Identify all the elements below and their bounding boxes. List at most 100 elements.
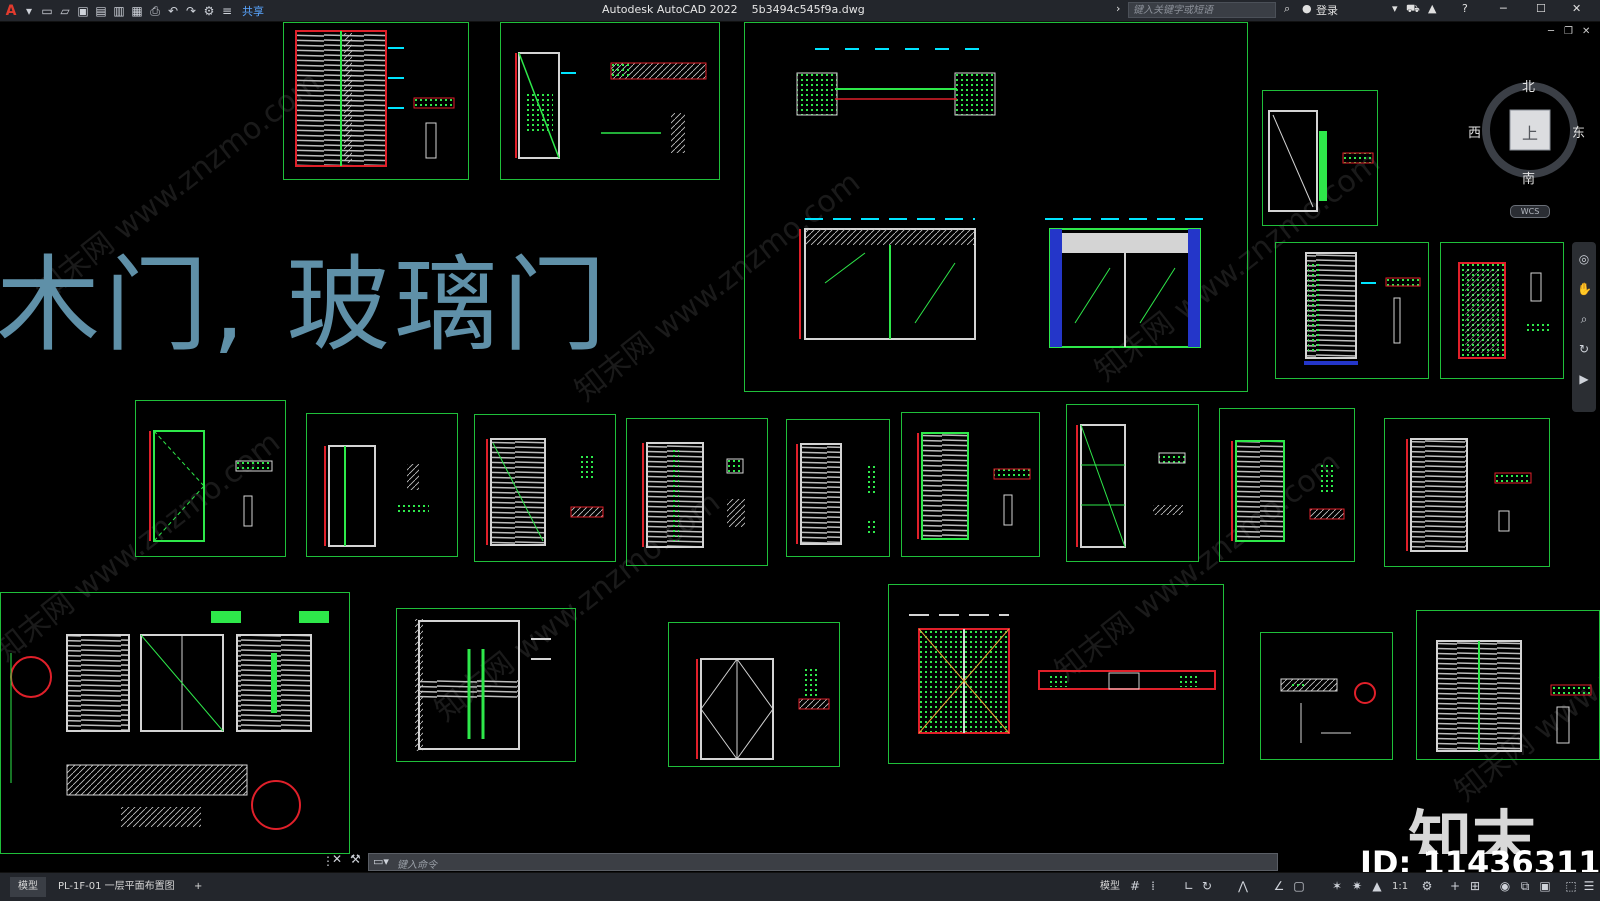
menu-dropdown-icon[interactable]: ▾ — [22, 4, 36, 18]
command-line-input[interactable]: ▭▾ 键入命令 — [368, 853, 1278, 871]
door-detail-sheet[interactable] — [626, 418, 768, 566]
share-button[interactable]: 共享 — [242, 3, 264, 19]
compass-south[interactable]: 南 — [1522, 168, 1535, 187]
object-snap-tracking-icon[interactable]: ∠ — [1272, 879, 1286, 893]
door-detail-sheet[interactable] — [901, 412, 1040, 557]
door-elevation-drawing — [1304, 252, 1421, 365]
login-dropdown-icon[interactable]: ▾ — [1392, 2, 1398, 15]
double-door-detail-sheet[interactable] — [668, 622, 840, 767]
annotation-monitor-icon[interactable]: + — [1448, 879, 1462, 893]
door-detail-sheet[interactable] — [306, 413, 458, 557]
redo-icon[interactable]: ↷ — [184, 4, 198, 18]
doc-restore-icon[interactable]: ❐ — [1564, 26, 1573, 37]
object-snap-icon[interactable]: ▢ — [1292, 879, 1306, 893]
snap-icon[interactable]: ⁞ — [1146, 879, 1160, 893]
command-close-icon[interactable]: ✕ — [332, 852, 342, 866]
title-bar: A ▾ ▭ ▱ ▣ ▤ ▥ ▦ ⎙ ↶ ↷ ⚙ ≡ 共享 Autodesk Au… — [0, 0, 1600, 22]
ortho-icon[interactable]: ∟ — [1182, 879, 1196, 893]
door-elevation-drawing — [149, 430, 273, 542]
glass-door-elevation-drawing — [415, 619, 551, 751]
plot-icon[interactable]: ▦ — [130, 4, 144, 18]
fullscreen-icon[interactable]: ⬚ — [1564, 879, 1578, 893]
tab-layout[interactable]: PL-1F-01 一层平面布置图 — [50, 877, 183, 897]
autocad-logo-icon[interactable]: A — [4, 4, 18, 18]
open-file-icon[interactable]: ▱ — [58, 4, 72, 18]
compass-west[interactable]: 西 — [1468, 122, 1481, 141]
compass-east[interactable]: 东 — [1572, 122, 1585, 141]
search-expand-icon[interactable]: › — [1116, 2, 1120, 15]
door-elevation-drawing — [515, 52, 707, 159]
auto-scale-icon[interactable]: ✷ — [1350, 879, 1364, 893]
door-section-drawing — [1280, 678, 1376, 743]
workspace-icon[interactable]: ⚙ — [202, 4, 216, 18]
door-detail-sheet[interactable] — [1262, 90, 1378, 226]
clean-screen-icon[interactable]: ▣ — [1538, 879, 1552, 893]
viewcube-top-face[interactable]: 上 — [1522, 120, 1538, 144]
save-icon[interactable]: ▣ — [76, 4, 90, 18]
steering-wheel-icon[interactable]: ◎ — [1577, 252, 1591, 266]
door-elevation-drawing — [917, 432, 1031, 540]
isodraft-icon[interactable]: ⋀ — [1236, 879, 1250, 893]
door-detail-sheet[interactable] — [1066, 404, 1199, 562]
annotation-scale-icon[interactable]: ▲ — [1370, 879, 1384, 893]
navigation-bar[interactable]: ◎ ✋ ⌕ ↻ ▶ — [1572, 242, 1596, 412]
door-detail-sheet[interactable] — [1275, 242, 1429, 379]
viewcube[interactable]: 北 南 东 西 上 — [1468, 80, 1585, 187]
units-icon[interactable]: ⊞ — [1468, 879, 1482, 893]
command-customize-icon[interactable]: ⚒ — [350, 852, 361, 866]
door-detail-sheet[interactable] — [786, 419, 890, 557]
autodesk-a360-icon[interactable]: ▲ — [1428, 2, 1436, 15]
door-detail-sheet[interactable] — [1260, 632, 1393, 760]
glass-door-detail-sheet[interactable] — [396, 608, 576, 762]
doc-minimize-icon[interactable]: ─ — [1548, 26, 1554, 37]
glass-door-detail-sheet[interactable] — [888, 584, 1224, 764]
double-door-detail-sheet[interactable] — [0, 592, 350, 854]
grid-icon[interactable]: # — [1128, 879, 1142, 893]
tab-model[interactable]: 模型 — [10, 877, 46, 897]
print-icon[interactable]: ⎙ — [148, 4, 162, 18]
door-elevation-drawing — [796, 443, 877, 545]
customization-menu-icon[interactable]: ☰ — [1582, 879, 1596, 893]
model-space-button[interactable]: 模型 — [1092, 877, 1128, 897]
save-as-icon[interactable]: ▤ — [94, 4, 108, 18]
door-detail-sheet[interactable] — [500, 22, 720, 180]
wcs-menu[interactable]: WCS — [1510, 205, 1550, 218]
door-detail-sheet[interactable] — [1416, 610, 1600, 760]
double-door-elevation-drawing — [10, 611, 329, 830]
door-detail-sheet[interactable] — [1384, 418, 1550, 567]
door-detail-sheet[interactable] — [135, 400, 286, 557]
isolate-objects-icon[interactable]: ◉ — [1498, 879, 1512, 893]
minimize-icon[interactable]: ─ — [1500, 2, 1507, 15]
help-icon[interactable]: ? — [1462, 2, 1468, 15]
search-input[interactable]: 键入关键字或短语 — [1128, 2, 1276, 18]
search-icon[interactable]: ⌕ — [1284, 2, 1290, 16]
login-link[interactable]: 登录 — [1316, 2, 1338, 18]
annotation-visibility-icon[interactable]: ✶ — [1330, 879, 1344, 893]
zoom-icon[interactable]: ⌕ — [1577, 312, 1591, 326]
new-file-icon[interactable]: ▭ — [40, 4, 54, 18]
compass-north[interactable]: 北 — [1522, 76, 1535, 95]
doc-close-icon[interactable]: ✕ — [1582, 26, 1590, 37]
polar-icon[interactable]: ↻ — [1200, 879, 1214, 893]
undo-icon[interactable]: ↶ — [166, 4, 180, 18]
workspace-gear-icon[interactable]: ⚙ — [1420, 879, 1434, 893]
door-detail-sheet[interactable] — [283, 22, 469, 180]
add-layout-icon[interactable]: + — [186, 877, 210, 897]
door-detail-sheet[interactable] — [474, 414, 616, 562]
glass-door-detail-sheet[interactable] — [744, 22, 1248, 392]
maximize-icon[interactable]: ☐ — [1536, 2, 1546, 15]
annotation-scale-value[interactable]: 1:1 — [1384, 877, 1416, 897]
command-history-icon[interactable]: ▭▾ — [373, 855, 389, 868]
drawing-canvas[interactable]: 知末网 www.znzmo.com 知末网 www.znzmo.com 知末网 … — [0, 22, 1600, 854]
showmotion-icon[interactable]: ▶ — [1577, 372, 1591, 386]
door-detail-sheet[interactable] — [1440, 242, 1564, 379]
user-icon[interactable]: ● — [1302, 2, 1312, 15]
hardware-acceleration-icon[interactable]: ⧉ — [1518, 879, 1532, 893]
cart-icon[interactable]: ⛟ — [1406, 2, 1420, 17]
close-icon[interactable]: ✕ — [1572, 2, 1581, 15]
web-mobile-icon[interactable]: ▥ — [112, 4, 126, 18]
customize-icon[interactable]: ≡ — [220, 4, 234, 18]
pan-icon[interactable]: ✋ — [1577, 282, 1592, 296]
orbit-icon[interactable]: ↻ — [1577, 342, 1591, 356]
door-detail-sheet[interactable] — [1219, 408, 1355, 562]
